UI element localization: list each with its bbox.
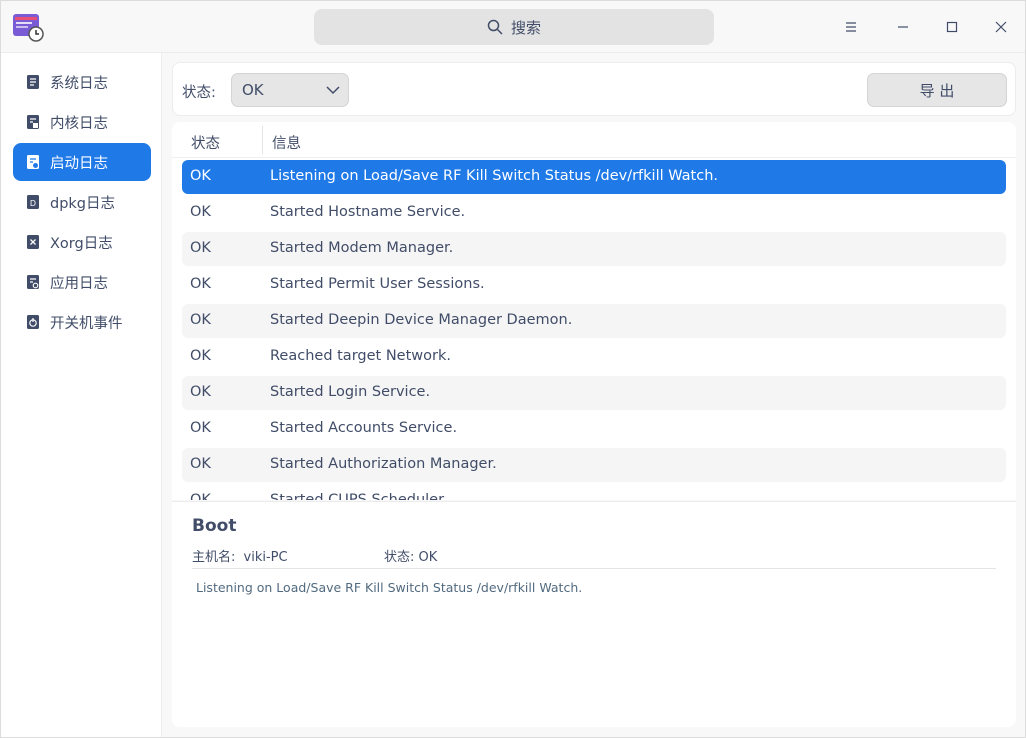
minimize-icon — [898, 26, 908, 28]
search-icon — [487, 19, 503, 35]
row-info: Started CUPS Scheduler. — [270, 492, 448, 500]
maximize-icon — [946, 21, 958, 33]
row-status: OK — [190, 384, 211, 400]
table-row[interactable]: OK Started Hostname Service. — [182, 196, 1006, 230]
sidebar-item-dpkg-log[interactable]: D dpkg日志 — [13, 183, 151, 221]
table-row[interactable]: OK Started Deepin Device Manager Daemon. — [182, 304, 1006, 338]
table-row[interactable]: OK Reached target Network. — [182, 340, 1006, 374]
menu-button[interactable] — [833, 9, 869, 45]
sidebar-item-power-events[interactable]: 开关机事件 — [13, 303, 151, 341]
xorg-log-icon — [27, 235, 39, 249]
detail-status: 状态: OK — [384, 546, 437, 565]
status-filter-value: OK — [242, 81, 264, 99]
svg-text:D: D — [30, 199, 36, 208]
row-info: Started Accounts Service. — [270, 420, 458, 436]
detail-divider — [192, 568, 996, 569]
detail-message: Listening on Load/Save RF Kill Switch St… — [196, 580, 583, 595]
kernel-log-icon — [27, 115, 39, 129]
row-info: Started Authorization Manager. — [270, 456, 497, 472]
column-divider[interactable] — [262, 126, 263, 154]
row-status: OK — [190, 240, 211, 256]
column-header-info[interactable]: 信息 — [272, 132, 301, 153]
app-log-icon — [27, 275, 39, 289]
row-status: OK — [190, 276, 211, 292]
sidebar-item-label: 内核日志 — [50, 115, 108, 132]
row-status: OK — [190, 168, 211, 184]
dpkg-log-icon: D — [27, 195, 39, 209]
table-row[interactable]: OK Started Accounts Service. — [182, 412, 1006, 446]
table-rows: OK Listening on Load/Save RF Kill Switch… — [182, 160, 1006, 500]
detail-status-value: OK — [418, 550, 438, 565]
row-status: OK — [190, 420, 211, 436]
log-viewer-window: 搜索 系统日志 内核日志 启动日志 D dpkg日志 Xorg日志 应用日志 开… — [0, 0, 1026, 738]
app-logo-icon — [13, 14, 44, 42]
status-filter-dropdown[interactable]: OK — [231, 73, 349, 107]
row-info: Reached target Network. — [270, 348, 451, 364]
sidebar-item-app-log[interactable]: 应用日志 — [13, 263, 151, 301]
chevron-down-icon — [326, 86, 340, 95]
boot-log-icon — [27, 155, 39, 169]
hostname-value: viki-PC — [243, 550, 288, 565]
detail-panel: Boot 主机名: viki-PC 状态: OK Listening on Lo… — [172, 501, 1016, 727]
detail-status-label: 状态: — [384, 550, 415, 565]
sidebar-item-label: 开关机事件 — [50, 315, 123, 332]
row-info: Started Login Service. — [270, 384, 431, 400]
row-info: Started Permit User Sessions. — [270, 276, 485, 292]
status-filter-label: 状态: — [182, 85, 216, 101]
row-status: OK — [190, 348, 211, 364]
search-label: 搜索 — [510, 18, 541, 37]
table-header: 状态 信息 — [172, 122, 1016, 158]
power-event-icon — [27, 315, 39, 329]
row-info: Started Hostname Service. — [270, 204, 466, 220]
sidebar-item-boot-log[interactable]: 启动日志 — [13, 143, 151, 181]
hostname-label: 主机名: — [192, 550, 236, 565]
table-row[interactable]: OK Started Login Service. — [182, 376, 1006, 410]
table-row[interactable]: OK Started Authorization Manager. — [182, 448, 1006, 482]
detail-hostname: 主机名: viki-PC — [192, 546, 288, 565]
column-header-status[interactable]: 状态 — [191, 132, 220, 153]
menu-icon — [846, 22, 856, 32]
table-row[interactable]: OK Started CUPS Scheduler. — [182, 484, 1006, 500]
row-info: Started Deepin Device Manager Daemon. — [270, 312, 573, 328]
close-icon — [995, 21, 1007, 33]
filter-bar: 状态: OK 导 出 — [172, 62, 1016, 116]
system-log-icon — [27, 75, 39, 89]
sidebar-item-label: 应用日志 — [50, 275, 108, 292]
sidebar-item-system-log[interactable]: 系统日志 — [13, 63, 151, 101]
sidebar-item-label: 启动日志 — [50, 155, 108, 172]
row-status: OK — [190, 492, 211, 500]
export-button[interactable]: 导 出 — [867, 73, 1007, 107]
detail-title: Boot — [192, 516, 237, 536]
maximize-button[interactable] — [934, 9, 970, 45]
row-info: Started Modem Manager. — [270, 240, 454, 256]
sidebar-item-kernel-log[interactable]: 内核日志 — [13, 103, 151, 141]
sidebar-item-xorg-log[interactable]: Xorg日志 — [13, 223, 151, 261]
sidebar-item-label: 系统日志 — [50, 75, 108, 92]
row-status: OK — [190, 456, 211, 472]
log-table: 状态 信息 OK Listening on Load/Save RF Kill … — [172, 122, 1016, 500]
close-button[interactable] — [983, 9, 1019, 45]
table-row[interactable]: OK Started Permit User Sessions. — [182, 268, 1006, 302]
sidebar-item-label: Xorg日志 — [50, 235, 113, 252]
search-box[interactable]: 搜索 — [314, 9, 714, 45]
sidebar: 系统日志 内核日志 启动日志 D dpkg日志 Xorg日志 应用日志 开关机事… — [1, 53, 162, 737]
minimize-button[interactable] — [885, 9, 921, 45]
row-info: Listening on Load/Save RF Kill Switch St… — [270, 168, 719, 184]
sidebar-item-label: dpkg日志 — [50, 195, 116, 212]
table-row[interactable]: OK Started Modem Manager. — [182, 232, 1006, 266]
row-status: OK — [190, 312, 211, 328]
table-row[interactable]: OK Listening on Load/Save RF Kill Switch… — [182, 160, 1006, 194]
row-status: OK — [190, 204, 211, 220]
titlebar: 搜索 — [1, 1, 1025, 53]
